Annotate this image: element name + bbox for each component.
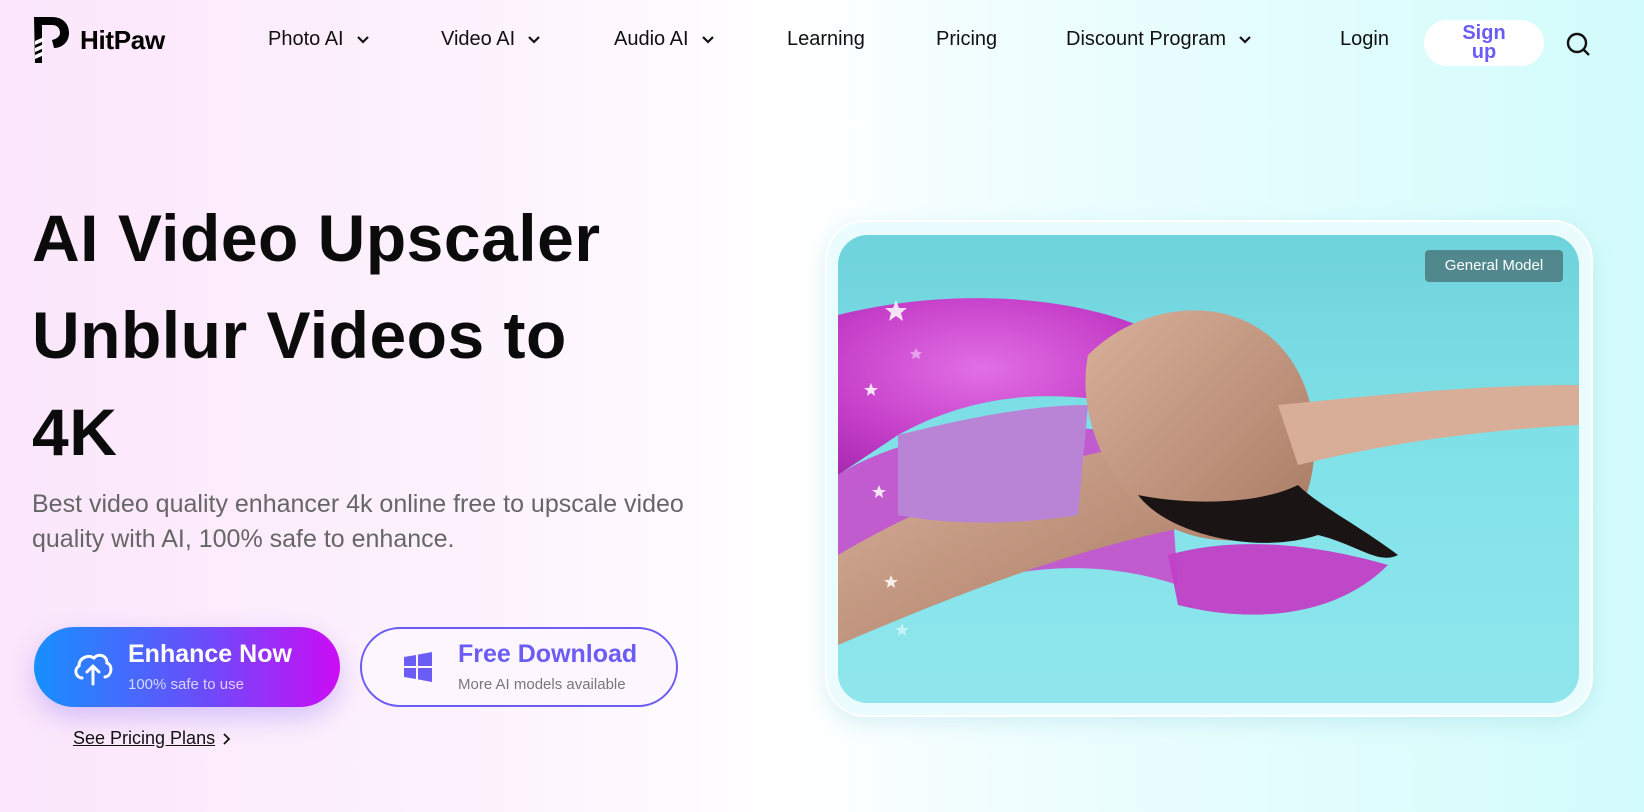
nav-label: Video AI <box>441 28 516 50</box>
pool-scene-image <box>838 235 1579 703</box>
nav-learning[interactable]: Learning <box>787 28 865 51</box>
see-pricing-plans-link[interactable]: See Pricing Plans <box>73 728 231 749</box>
brand-name: HitPaw <box>80 24 165 55</box>
nav-audio-ai[interactable]: Audio AI <box>614 28 715 51</box>
hero-video-preview[interactable] <box>838 235 1579 703</box>
headline-line: 4K <box>32 395 118 469</box>
chevron-down-icon <box>1239 35 1251 44</box>
chevron-down-icon <box>356 35 369 44</box>
windows-icon <box>404 652 432 682</box>
chevron-down-icon <box>701 35 714 44</box>
page-title: AI Video Upscaler Unblur Videos to 4K <box>32 190 752 481</box>
nav-pricing[interactable]: Pricing <box>936 28 997 51</box>
headline-line: Unblur Videos to <box>32 298 567 372</box>
chevron-right-icon <box>223 732 231 745</box>
headline-line: AI Video Upscaler <box>32 201 601 275</box>
hitpaw-logo-icon <box>34 17 69 63</box>
link-label: See Pricing Plans <box>73 728 216 748</box>
cloud-upload-icon <box>74 653 113 686</box>
top-navigation: HitPaw Photo AI Video AI Audio AI Learni… <box>0 0 1644 86</box>
free-download-text: Free Download More AI models available <box>458 639 637 695</box>
button-subtitle: More AI models available <box>458 676 626 693</box>
button-title: Free Download <box>458 640 638 668</box>
nav-label: Audio AI <box>614 28 689 50</box>
nav-video-ai[interactable]: Video AI <box>441 28 541 51</box>
hero-description: Best video quality enhancer 4k online fr… <box>32 490 684 553</box>
button-subtitle: 100% safe to use <box>128 676 244 693</box>
nav-label: Pricing <box>936 28 998 50</box>
nav-label: Photo AI <box>268 28 344 50</box>
signup-button[interactable]: Sign up <box>1424 20 1544 66</box>
login-link[interactable]: Login <box>1340 28 1389 51</box>
nav-discount-program[interactable]: Discount Program <box>1066 28 1252 51</box>
chevron-down-icon <box>528 35 540 44</box>
nav-label: Learning <box>787 28 865 50</box>
nav-photo-ai[interactable]: Photo AI <box>268 28 370 51</box>
nav-label: Login <box>1340 28 1389 50</box>
free-download-button[interactable]: Free Download More AI models available <box>360 627 678 707</box>
logo[interactable]: HitPaw <box>32 15 165 65</box>
enhance-now-button[interactable]: Enhance Now 100% safe to use <box>34 627 340 707</box>
enhance-now-text: Enhance Now 100% safe to use <box>128 639 292 695</box>
search-icon[interactable] <box>1566 32 1592 58</box>
nav-label: Discount Program <box>1066 28 1227 50</box>
button-title: Enhance Now <box>128 640 292 668</box>
model-badge: General Model <box>1425 250 1563 282</box>
